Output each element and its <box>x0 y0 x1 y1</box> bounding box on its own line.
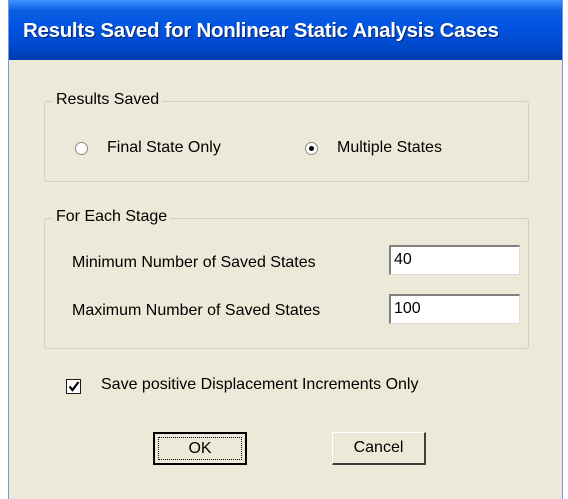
ok-button-label: OK <box>188 440 212 457</box>
save-positive-label[interactable]: Save positive Displacement Increments On… <box>101 376 418 394</box>
cancel-button-label: Cancel <box>353 439 404 456</box>
ok-button[interactable]: OK <box>153 432 247 465</box>
cancel-button[interactable]: Cancel <box>332 432 426 465</box>
max-saved-states-input[interactable]: 100 <box>389 294 520 324</box>
for-each-stage-group: For Each Stage <box>44 208 529 349</box>
max-saved-states-label: Maximum Number of Saved States <box>72 302 321 319</box>
min-saved-states-input[interactable]: 40 <box>389 245 520 275</box>
results-saved-legend: Results Saved <box>53 91 163 109</box>
multiple-states-radio[interactable] <box>305 142 318 155</box>
final-state-only-radio[interactable] <box>75 142 88 155</box>
save-positive-checkbox[interactable] <box>66 379 81 394</box>
title-bar[interactable]: Results Saved for Nonlinear Static Analy… <box>9 0 562 60</box>
dialog-title: Results Saved for Nonlinear Static Analy… <box>23 19 499 42</box>
radio-selected-dot <box>309 146 314 151</box>
results-saved-dialog: Results Saved for Nonlinear Static Analy… <box>8 0 563 499</box>
final-state-only-label[interactable]: Final State Only <box>107 139 221 157</box>
min-saved-states-label: Minimum Number of Saved States <box>72 254 316 271</box>
multiple-states-label[interactable]: Multiple States <box>337 139 442 157</box>
checkmark-icon <box>68 381 80 392</box>
for-each-stage-legend: For Each Stage <box>53 208 171 226</box>
